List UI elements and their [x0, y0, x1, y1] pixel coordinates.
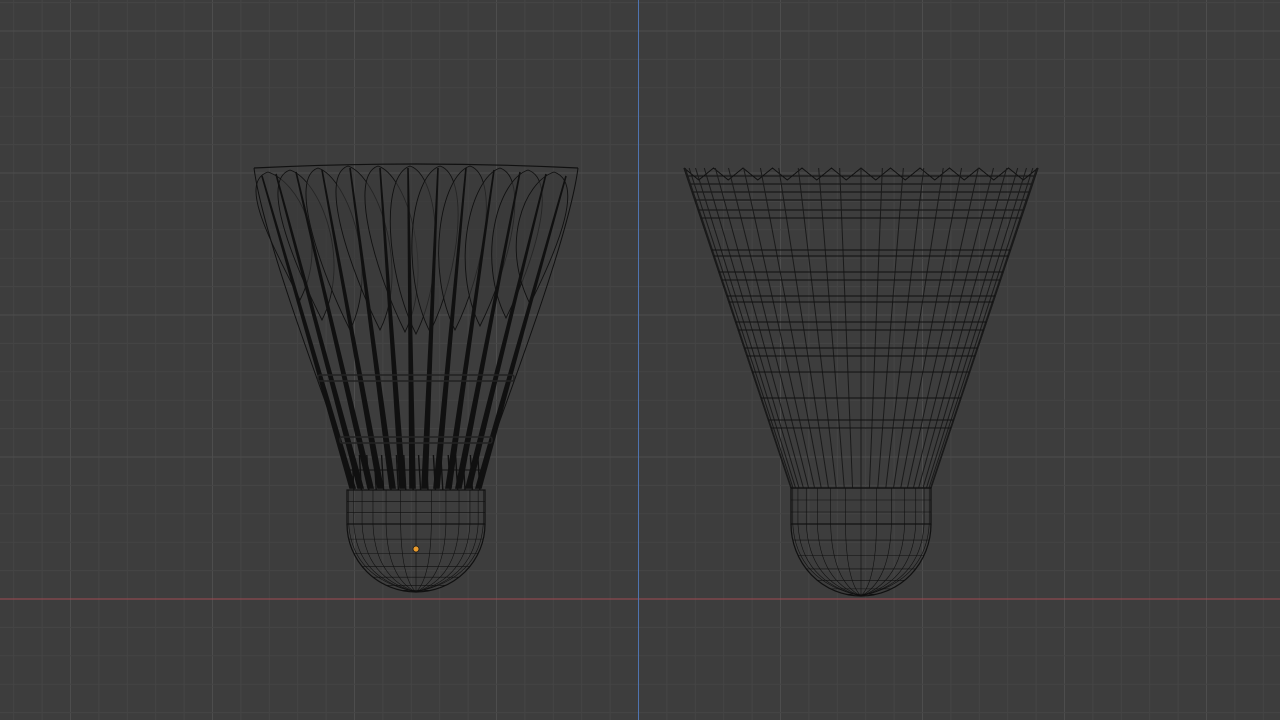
- object-origin-dot[interactable]: [412, 545, 420, 553]
- 3d-viewport[interactable]: [0, 0, 1280, 720]
- viewport-background: [0, 0, 1280, 720]
